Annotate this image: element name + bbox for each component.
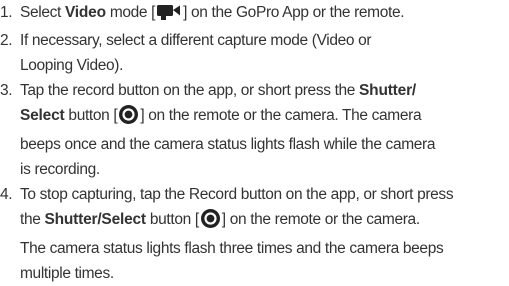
video-mode-label: Video — [64, 4, 106, 21]
step-3-line-2: Select button [] on the remote or the ca… — [20, 103, 509, 132]
step-2: 2. If necessary, select a different capt… — [0, 28, 509, 78]
step-3: 3. Tap the record button on the app, or … — [0, 78, 509, 182]
step-3-line-3: beeps once and the camera status lights … — [20, 136, 436, 153]
step-number: 3. — [0, 82, 13, 99]
select-label: Select — [20, 107, 65, 124]
shutter-button-icon — [119, 105, 139, 132]
video-camera-icon — [157, 3, 181, 28]
shutter-button-icon — [200, 209, 220, 236]
step-2-line-1: If necessary, select a different capture… — [20, 32, 372, 49]
shutter-select-label: Shutter/Select — [44, 211, 146, 228]
step-2-line-2: Looping Video). — [20, 57, 124, 74]
step-3-line-4: is recording. — [20, 161, 100, 178]
step-4-line-1: To stop capturing, tap the Record button… — [20, 186, 454, 203]
shutter-label: Shutter/ — [359, 82, 417, 99]
step-number: 2. — [0, 32, 13, 49]
step-number: 4. — [0, 186, 13, 203]
step-3-line-1: Tap the record button on the app, or sho… — [20, 82, 417, 99]
step-4-line-3: The camera status lights flash three tim… — [20, 240, 444, 257]
step-number: 1. — [0, 4, 13, 21]
step-4: 4. To stop capturing, tap the Record but… — [0, 182, 509, 286]
instruction-steps: 1. Select Video mode [] on the GoPro App… — [0, 0, 509, 286]
step-4-line-2: the Shutter/Select button [] on the remo… — [20, 207, 509, 236]
step-1-line-1: Select Video mode [] on the GoPro App or… — [20, 0, 509, 28]
step-1: 1. Select Video mode [] on the GoPro App… — [0, 0, 509, 28]
